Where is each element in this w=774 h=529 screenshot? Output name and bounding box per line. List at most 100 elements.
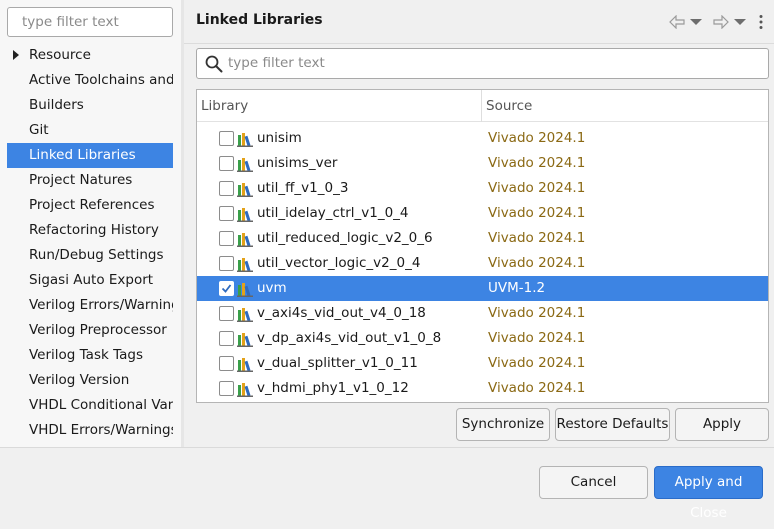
library-checkbox[interactable] — [219, 256, 234, 271]
search-icon — [205, 55, 223, 77]
table-row[interactable]: unisims_ver Vivado 2024.1 — [197, 151, 768, 176]
forward-dropdown-icon[interactable] — [734, 18, 746, 26]
header-toolbar — [668, 12, 764, 32]
library-name: v_hdmi_phy1_v1_0_12 — [257, 380, 409, 396]
library-filter-placeholder: type filter text — [228, 55, 325, 71]
library-name: v_dp_axi4s_vid_out_v1_0_8 — [257, 330, 442, 346]
kebab-menu-icon[interactable] — [758, 14, 764, 30]
synchronize-button[interactable]: Synchronize — [456, 408, 550, 441]
nav-item-label: Verilog Task Tags — [29, 347, 143, 363]
nav-item-label: Sigasi Auto Export — [29, 272, 154, 288]
table-row[interactable]: v_dual_splitter_v1_0_11 Vivado 2024.1 — [197, 351, 768, 376]
library-name: util_idelay_ctrl_v1_0_4 — [257, 205, 409, 221]
restore-defaults-button[interactable]: Restore Defaults — [555, 408, 670, 441]
nav-item-label: Project Natures — [29, 172, 133, 188]
nav-item-project-references[interactable]: Project References — [7, 193, 173, 218]
library-books-icon — [237, 381, 253, 402]
table-row[interactable]: unisim Vivado 2024.1 — [197, 126, 768, 151]
back-arrow-icon[interactable] — [668, 15, 686, 29]
table-header: Library Source — [197, 90, 768, 122]
nav-item-verilog-preprocessor[interactable]: Verilog Preprocessor — [7, 318, 173, 343]
nav-item-label: Verilog Preprocessor — [29, 322, 167, 338]
cancel-button[interactable]: Cancel — [539, 466, 648, 499]
nav-filter-input[interactable]: type filter text — [7, 7, 173, 37]
library-source: Vivado 2024.1 — [488, 155, 586, 171]
library-source: Vivado 2024.1 — [488, 380, 586, 396]
apply-and-close-button[interactable]: Apply and Close — [654, 466, 763, 521]
column-header-library[interactable]: Library — [197, 90, 482, 122]
apply-button[interactable]: Apply — [675, 408, 769, 441]
nav-item-run-debug-settings[interactable]: Run/Debug Settings — [7, 243, 173, 268]
back-dropdown-icon[interactable] — [690, 18, 702, 26]
nav-item-builders[interactable]: Builders — [7, 93, 173, 118]
library-checkbox[interactable] — [219, 381, 234, 396]
nav-item-label: Linked Libraries — [29, 147, 136, 163]
library-name: v_dual_splitter_v1_0_11 — [257, 355, 418, 371]
nav-item-label: Verilog Errors/Warnings — [29, 297, 173, 313]
nav-item-git[interactable]: Git — [7, 118, 173, 143]
library-checkbox-checked[interactable] — [219, 281, 234, 296]
column-header-source[interactable]: Source — [482, 90, 768, 122]
nav-item-label: Refactoring History — [29, 222, 159, 238]
library-name: unisims_ver — [257, 155, 338, 171]
page-title: Linked Libraries — [196, 12, 323, 28]
nav-item-label: Run/Debug Settings — [29, 247, 164, 263]
nav-item-vhdl-errors-warnings[interactable]: VHDL Errors/Warnings — [7, 418, 173, 443]
library-source: Vivado 2024.1 — [488, 355, 586, 371]
library-checkbox[interactable] — [219, 206, 234, 221]
nav-item-sigasi-auto-export[interactable]: Sigasi Auto Export — [7, 268, 173, 293]
nav-item-verilog-errors-warnings[interactable]: Verilog Errors/Warnings — [7, 293, 173, 318]
nav-item-label: Verilog Version — [29, 372, 130, 388]
library-filter-input[interactable]: type filter text — [196, 48, 769, 79]
nav-item-vhdl-conditional-variat[interactable]: VHDL Conditional Variat — [7, 393, 173, 418]
library-checkbox[interactable] — [219, 231, 234, 246]
library-name: v_axi4s_vid_out_v4_0_18 — [257, 305, 426, 321]
table-row[interactable]: util_idelay_ctrl_v1_0_4 Vivado 2024.1 — [197, 201, 768, 226]
nav-item-verilog-task-tags[interactable]: Verilog Task Tags — [7, 343, 173, 368]
nav-item-linked-libraries[interactable]: Linked Libraries — [7, 143, 173, 168]
table-row[interactable]: util_ff_v1_0_3 Vivado 2024.1 — [197, 176, 768, 201]
library-checkbox[interactable] — [219, 306, 234, 321]
library-checkbox[interactable] — [219, 131, 234, 146]
properties-page: Linked Libraries type filter text Librar… — [184, 0, 774, 447]
library-name: uvm — [257, 280, 287, 296]
table-row[interactable]: v_axi4s_vid_out_v4_0_18 Vivado 2024.1 — [197, 301, 768, 326]
nav-item-label: Builders — [29, 97, 84, 113]
library-source: Vivado 2024.1 — [488, 230, 586, 246]
table-row[interactable]: v_dp_axi4s_vid_out_v1_0_8 Vivado 2024.1 — [197, 326, 768, 351]
library-source: Vivado 2024.1 — [488, 130, 586, 146]
library-source: Vivado 2024.1 — [488, 330, 586, 346]
library-source: Vivado 2024.1 — [488, 180, 586, 196]
nav-item-label: Active Toolchains and Li — [29, 72, 173, 88]
nav-item-active-toolchains-and-li[interactable]: Active Toolchains and Li — [7, 68, 173, 93]
dialog-button-bar: Cancel Apply and Close — [0, 447, 774, 521]
nav-item-label: VHDL Errors/Warnings — [29, 422, 173, 438]
expand-arrow-icon[interactable] — [13, 50, 19, 60]
nav-item-verilog-version[interactable]: Verilog Version — [7, 368, 173, 393]
library-checkbox[interactable] — [219, 331, 234, 346]
library-source: Vivado 2024.1 — [488, 255, 586, 271]
library-source: UVM-1.2 — [488, 280, 546, 296]
library-name: unisim — [257, 130, 302, 146]
library-source: Vivado 2024.1 — [488, 305, 586, 321]
library-name: util_ff_v1_0_3 — [257, 180, 349, 196]
library-checkbox[interactable] — [219, 181, 234, 196]
library-checkbox[interactable] — [219, 356, 234, 371]
table-row[interactable]: v_hdmi_phy1_v1_0_12 Vivado 2024.1 — [197, 376, 768, 401]
table-row[interactable]: uvm UVM-1.2 — [197, 276, 768, 301]
linked-libraries-table: Library Source unisim Vivado 2024.1 unisim… — [196, 89, 769, 403]
nav-item-resource[interactable]: Resource — [7, 43, 173, 68]
nav-item-project-natures[interactable]: Project Natures — [7, 168, 173, 193]
library-source: Vivado 2024.1 — [488, 205, 586, 221]
library-checkbox[interactable] — [219, 156, 234, 171]
nav-item-label: Resource — [29, 47, 91, 63]
library-name: util_vector_logic_v2_0_4 — [257, 255, 421, 271]
library-name: util_reduced_logic_v2_0_6 — [257, 230, 433, 246]
table-row[interactable]: util_vector_logic_v2_0_4 Vivado 2024.1 — [197, 251, 768, 276]
forward-arrow-icon[interactable] — [712, 15, 730, 29]
page-header: Linked Libraries — [184, 0, 774, 44]
nav-item-label: Project References — [29, 197, 155, 213]
nav-item-refactoring-history[interactable]: Refactoring History — [7, 218, 173, 243]
table-body: unisim Vivado 2024.1 unisims_ver Vivado 202… — [197, 126, 768, 401]
table-row[interactable]: util_reduced_logic_v2_0_6 Vivado 2024.1 — [197, 226, 768, 251]
